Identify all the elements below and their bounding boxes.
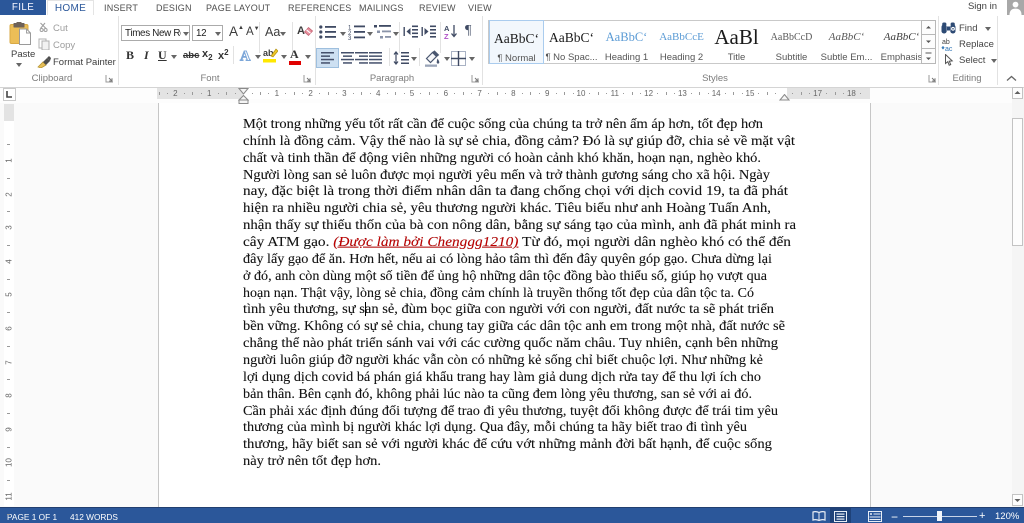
svg-text:A: A [297, 25, 305, 37]
svg-text:ab: ab [942, 39, 950, 46]
svg-text:Z: Z [444, 32, 449, 39]
svg-text:3: 3 [348, 36, 352, 40]
svg-text:ac: ac [945, 46, 953, 51]
svg-text:A: A [240, 49, 251, 63]
